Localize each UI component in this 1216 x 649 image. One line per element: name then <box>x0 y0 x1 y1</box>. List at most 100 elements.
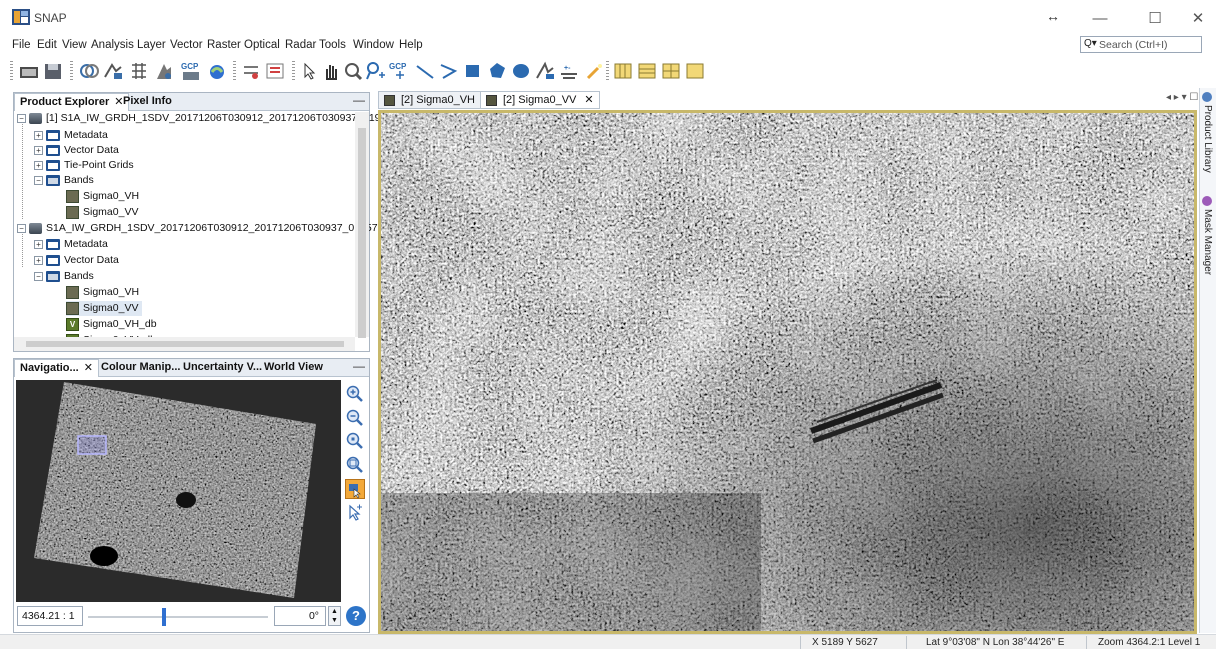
close-tab-icon[interactable]: ✕ <box>584 94 593 106</box>
tab-uncertainty-visualisation[interactable]: Uncertainty V... <box>178 359 267 377</box>
sar-image-view[interactable] <box>378 110 1197 634</box>
tree-item-metadata[interactable]: + Metadata <box>34 237 108 252</box>
toolbar-grip[interactable] <box>233 61 236 81</box>
tree-item-bands[interactable]: − Bands <box>34 173 94 188</box>
horizontal-scrollbar[interactable] <box>14 337 355 351</box>
scrollbar-thumb[interactable] <box>26 341 344 347</box>
graph-builder-icon[interactable] <box>128 59 150 83</box>
expand-icon[interactable]: + <box>34 145 43 155</box>
tab-colour-manipulation[interactable]: Colour Manip... <box>96 359 185 377</box>
zoom-out-icon[interactable] <box>345 408 365 428</box>
tab-pixel-info[interactable]: Pixel Info <box>118 93 177 111</box>
spinner-down-icon[interactable]: ▼ <box>329 616 340 625</box>
rectangle-drawing-icon[interactable] <box>462 59 484 83</box>
slider-thumb[interactable] <box>161 608 166 626</box>
open-product-icon[interactable] <box>18 59 40 83</box>
line-drawing-icon[interactable] <box>414 59 436 83</box>
toolbar-grip[interactable] <box>606 61 609 81</box>
menu-radar[interactable]: Radar <box>285 39 316 51</box>
help-button[interactable]: ? <box>346 606 366 626</box>
tree-band-sigma0-vh-db[interactable]: V Sigma0_VH_db <box>66 317 157 332</box>
zoom-all-icon[interactable] <box>345 455 365 475</box>
menu-view[interactable]: View <box>62 39 87 51</box>
spinner-up-icon[interactable]: ▲ <box>329 607 340 616</box>
scrollbar-thumb[interactable] <box>358 128 366 338</box>
menu-raster[interactable]: Raster <box>207 39 241 51</box>
world-wind-icon[interactable] <box>206 59 228 83</box>
toolbar-grip[interactable] <box>292 61 295 81</box>
resize-icon[interactable]: ↔ <box>1046 8 1060 24</box>
close-button[interactable]: ✕ <box>1178 6 1216 32</box>
zoom-slider[interactable] <box>88 608 268 626</box>
expand-icon[interactable]: + <box>34 160 43 170</box>
toolbar-grip[interactable] <box>70 61 73 81</box>
tab-sigma0-vv[interactable]: [2] Sigma0_VV ✕ <box>480 91 600 109</box>
gcp-placing-icon[interactable]: GCP <box>388 59 410 83</box>
zoom-pixel-icon[interactable] <box>345 431 365 451</box>
pin-placing-icon[interactable] <box>364 59 386 83</box>
magic-wand-icon[interactable]: +- <box>558 59 580 83</box>
ellipse-drawing-icon[interactable] <box>510 59 532 83</box>
menu-optical[interactable]: Optical <box>244 39 280 51</box>
zoom-factor-field[interactable]: 4364.21 : 1 <box>17 606 83 626</box>
vertical-scrollbar[interactable] <box>355 112 369 338</box>
rotation-spinner[interactable]: ▲ ▼ <box>328 606 341 626</box>
filter-band-icon[interactable] <box>102 59 124 83</box>
collapse-icon[interactable]: − <box>17 223 26 233</box>
maximize-button[interactable]: ☐ <box>1135 6 1175 32</box>
tree-product-2[interactable]: − S1A_IW_GRDH_1SDV_20171206T030912_201712… <box>17 221 389 236</box>
menu-window[interactable]: Window <box>353 39 394 51</box>
gcp-tool-icon[interactable]: GCP <box>180 59 202 83</box>
menu-vector[interactable]: Vector <box>170 39 203 51</box>
tree-band-sigma0-vh[interactable]: Sigma0_VH <box>66 285 139 300</box>
expand-icon[interactable]: + <box>34 255 43 265</box>
pin-manager-icon[interactable] <box>240 59 262 83</box>
minimize-panel-button[interactable]: — <box>353 93 365 107</box>
menu-file[interactable]: File <box>12 39 31 51</box>
zoom-in-icon[interactable] <box>345 384 365 404</box>
tree-product-1[interactable]: − [1] S1A_IW_GRDH_1SDV_20171206T030912_20… <box>17 111 404 126</box>
save-product-icon[interactable] <box>42 59 64 83</box>
select-tool-icon[interactable] <box>298 59 320 83</box>
polygon-drawing-icon[interactable] <box>486 59 508 83</box>
menu-edit[interactable]: Edit <box>37 39 57 51</box>
ruler-icon[interactable] <box>583 59 605 83</box>
zoom-tool-icon[interactable] <box>342 59 364 83</box>
minimize-panel-button[interactable]: — <box>353 359 365 373</box>
toolbar-grip[interactable] <box>10 61 13 81</box>
tile-vertical-icon[interactable] <box>660 59 682 83</box>
menu-layer[interactable]: Layer <box>137 39 166 51</box>
rotation-angle-field[interactable]: 0° <box>274 606 326 626</box>
sync-cursor-icon[interactable] <box>345 503 365 523</box>
tree-item-tie-point-grids[interactable]: + Tie-Point Grids <box>34 158 134 173</box>
menu-tools[interactable]: Tools <box>319 39 346 51</box>
close-tab-icon[interactable]: ✕ <box>84 362 93 374</box>
tree-band-sigma0-vv-selected[interactable]: Sigma0_VV <box>66 301 143 316</box>
pan-tool-icon[interactable] <box>320 59 342 83</box>
search-input[interactable]: Q▾ Search (Ctrl+I) <box>1080 36 1202 53</box>
menu-analysis[interactable]: Analysis <box>91 39 134 51</box>
collapse-icon[interactable]: − <box>34 175 43 185</box>
viewport-rectangle[interactable] <box>77 435 107 455</box>
sync-views-icon[interactable] <box>345 479 365 499</box>
navigation-overview-canvas[interactable] <box>16 380 341 602</box>
range-finder-icon[interactable] <box>534 59 556 83</box>
gcp-manager-icon[interactable] <box>264 59 286 83</box>
polyline-drawing-icon[interactable] <box>438 59 460 83</box>
batch-processing-icon[interactable] <box>153 59 175 83</box>
tab-navigation[interactable]: Navigatio... ✕ <box>14 359 99 377</box>
tree-item-vector-data[interactable]: + Vector Data <box>34 143 119 158</box>
tree-band-sigma0-vh[interactable]: Sigma0_VH <box>66 189 139 204</box>
tile-horizontal-icon[interactable] <box>636 59 658 83</box>
tree-item-metadata[interactable]: + Metadata <box>34 128 108 143</box>
expand-icon[interactable]: + <box>34 239 43 249</box>
document-tab-controls[interactable]: ◂ ▸ ▾ ☐ <box>1166 92 1198 103</box>
tab-product-explorer[interactable]: Product Explorer ✕ <box>14 93 130 111</box>
tree-band-sigma0-vv[interactable]: Sigma0_VV <box>66 205 138 220</box>
tab-world-view[interactable]: World View <box>259 359 328 377</box>
tile-single-icon[interactable] <box>684 59 706 83</box>
tree-item-bands[interactable]: − Bands <box>34 269 94 284</box>
menu-help[interactable]: Help <box>399 39 423 51</box>
band-maths-icon[interactable] <box>78 59 100 83</box>
mask-manager-side-tab[interactable]: Mask Manager <box>1202 196 1213 275</box>
